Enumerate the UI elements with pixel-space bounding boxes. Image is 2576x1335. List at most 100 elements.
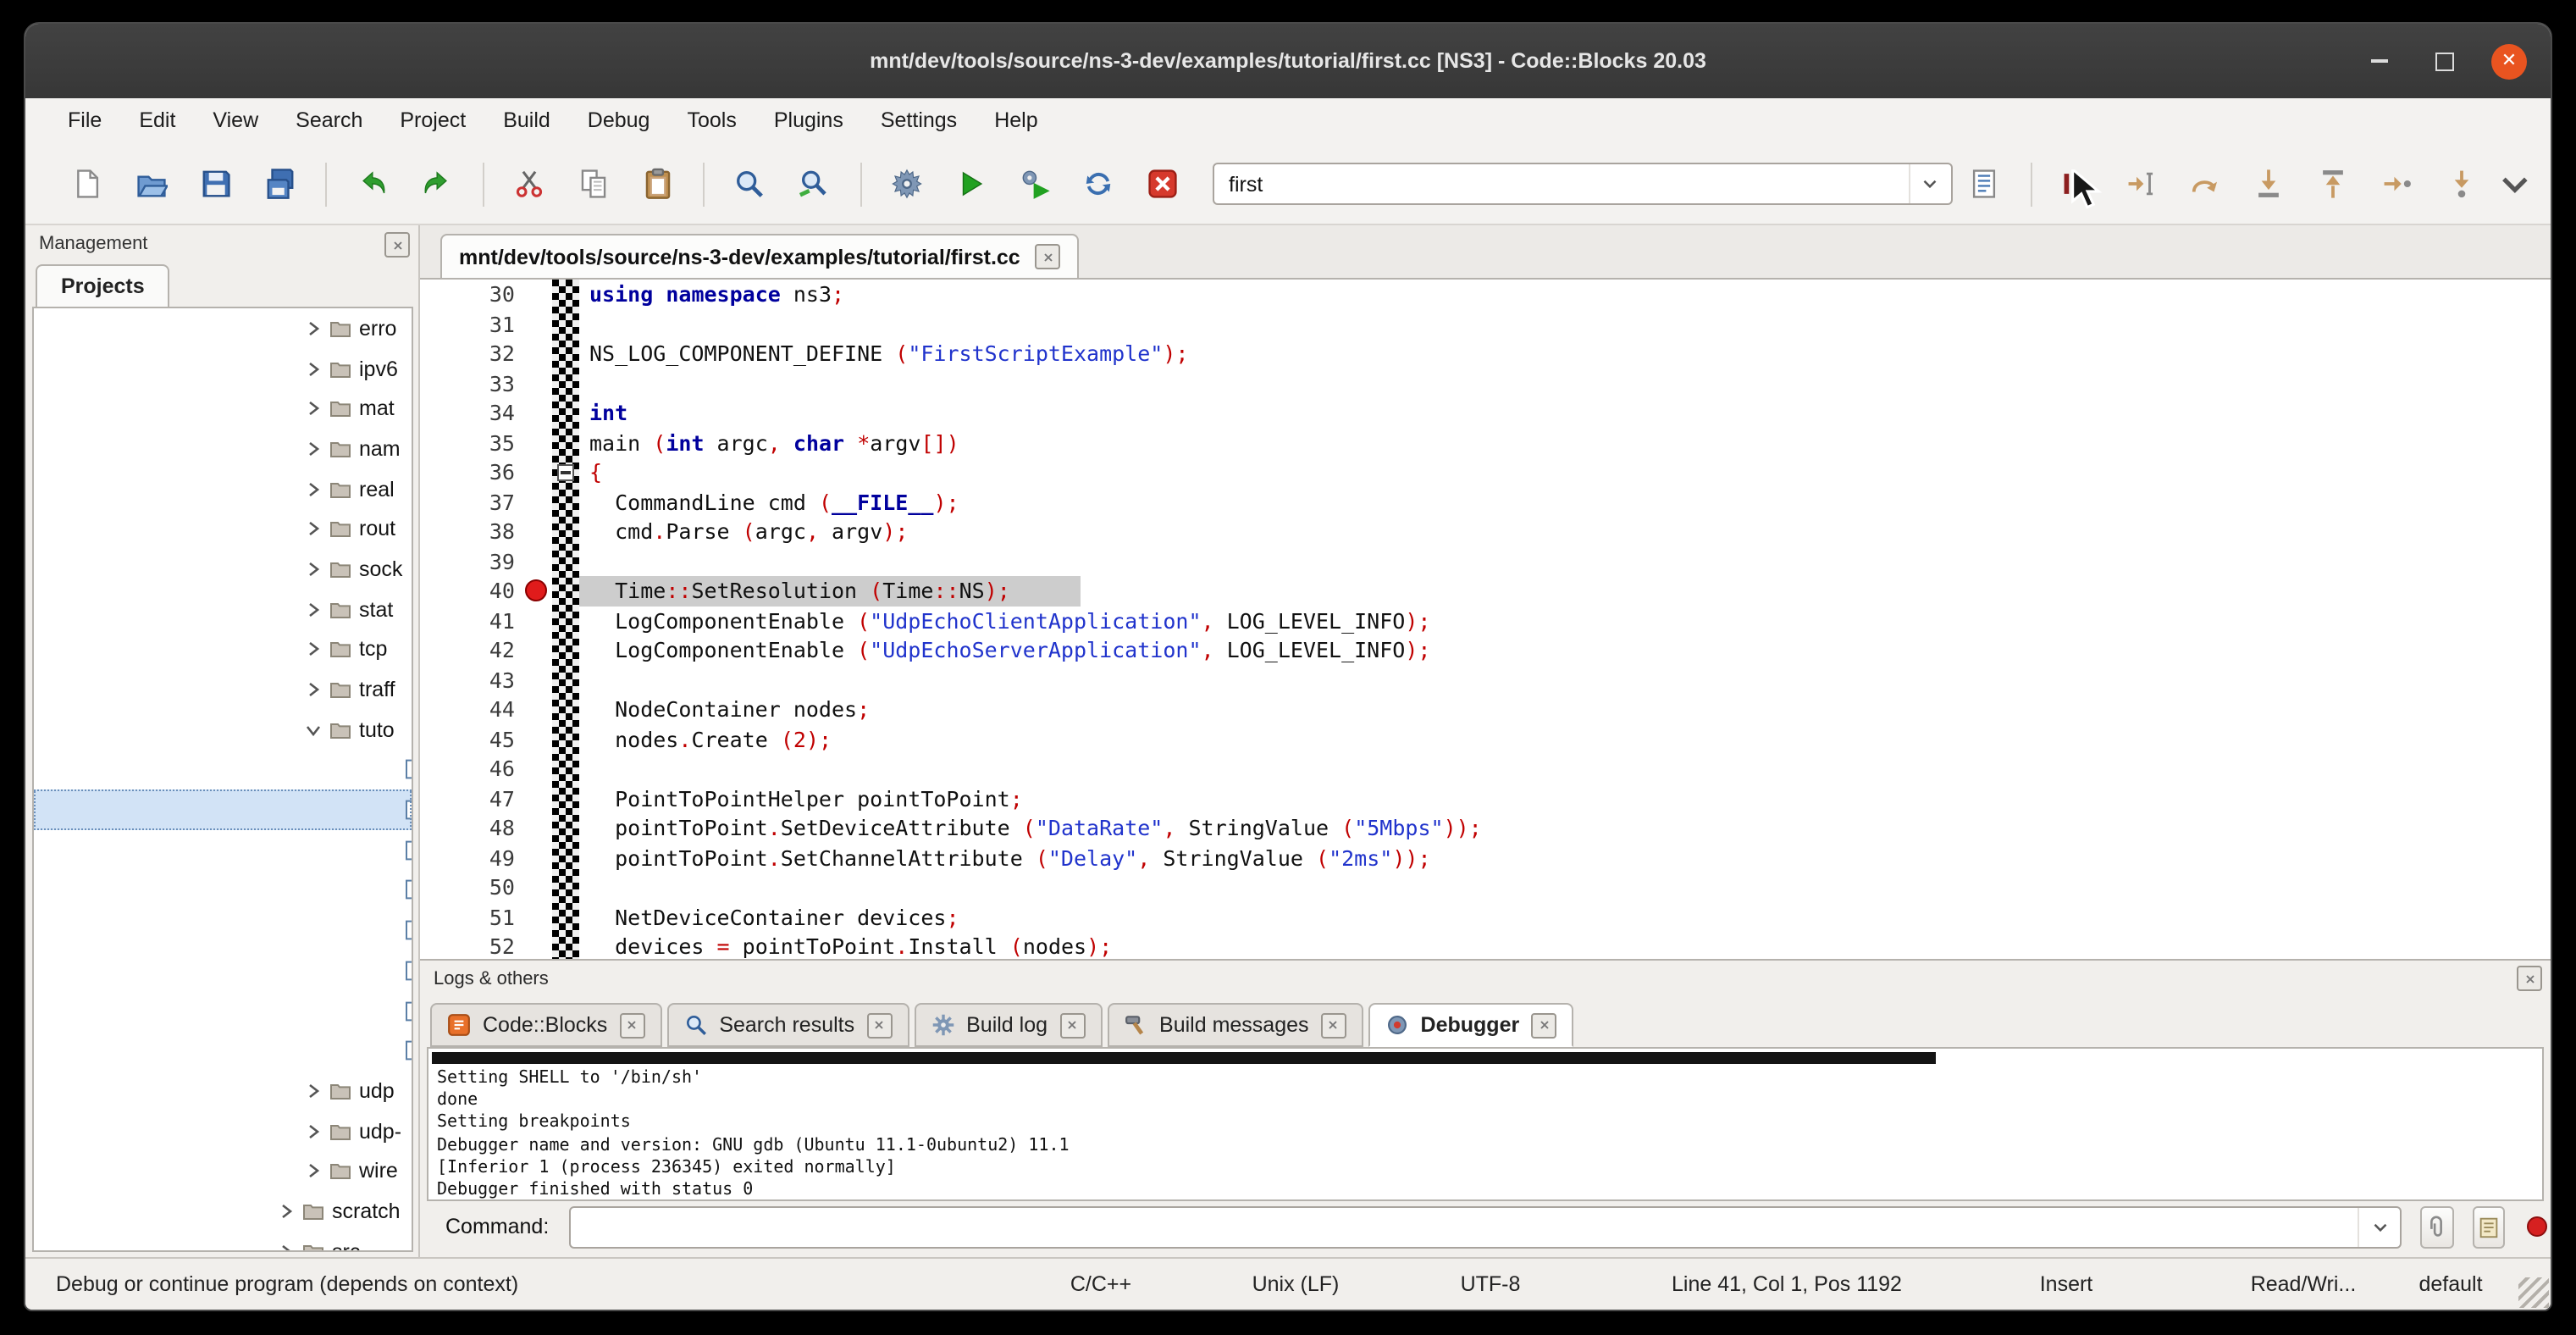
code-line-38[interactable]: 38 cmd.Parse (argc, argv); bbox=[420, 517, 2551, 546]
code-line-44[interactable]: 44 NodeContainer nodes; bbox=[420, 695, 2551, 724]
chevron-down-icon[interactable] bbox=[1909, 164, 1951, 203]
logs-tab-build-log[interactable]: Build log bbox=[914, 1003, 1102, 1047]
logs-tab-debugger[interactable]: Debugger bbox=[1368, 1003, 1574, 1047]
script-icon[interactable] bbox=[1953, 157, 2017, 211]
chevron-right-icon[interactable] bbox=[305, 360, 327, 377]
stop-record-icon[interactable] bbox=[2523, 1210, 2551, 1244]
tree-item-real[interactable]: real bbox=[34, 469, 412, 509]
chevron-right-icon[interactable] bbox=[305, 1122, 327, 1139]
tree-item-ipv6[interactable]: ipv6 bbox=[34, 348, 412, 388]
tree-item-wire[interactable]: wire bbox=[34, 1151, 412, 1191]
tree-item-erro[interactable]: erro bbox=[34, 308, 412, 348]
chevron-right-icon[interactable] bbox=[305, 480, 327, 497]
tree-item-se[interactable]: se bbox=[34, 950, 412, 990]
code-editor[interactable]: 30using namespace ns3;3132NS_LOG_COMPONE… bbox=[420, 280, 2551, 959]
menu-tools[interactable]: Tools bbox=[668, 98, 755, 144]
logs-tab-search-results[interactable]: Search results bbox=[666, 1003, 909, 1047]
copy-icon[interactable] bbox=[561, 157, 626, 211]
resize-grip-icon[interactable] bbox=[2518, 1277, 2549, 1308]
code-line-33[interactable]: 33 bbox=[420, 368, 2551, 398]
step-into-instruction-icon[interactable] bbox=[2430, 157, 2494, 211]
menu-plugins[interactable]: Plugins bbox=[755, 98, 862, 144]
tree-item-tcp[interactable]: tcp bbox=[34, 629, 412, 669]
tree-item-he[interactable]: he bbox=[34, 870, 412, 910]
tree-item-udp-[interactable]: udp- bbox=[34, 1111, 412, 1151]
selected-log-row[interactable] bbox=[432, 1052, 1936, 1064]
paperclip-icon[interactable] bbox=[2420, 1205, 2453, 1248]
step-into-icon[interactable] bbox=[2237, 157, 2302, 211]
step-out-icon[interactable] bbox=[2302, 157, 2366, 211]
maximize-icon[interactable] bbox=[2427, 44, 2461, 78]
chevron-right-icon[interactable] bbox=[305, 1083, 327, 1100]
tree-item-fif[interactable]: fif bbox=[34, 750, 412, 789]
titlebar[interactable]: mnt/dev/tools/source/ns-3-dev/examples/t… bbox=[25, 24, 2551, 100]
tab-projects[interactable]: Projects bbox=[36, 264, 170, 307]
close-icon[interactable] bbox=[2517, 966, 2542, 991]
chevron-right-icon[interactable] bbox=[278, 1203, 300, 1220]
menu-search[interactable]: Search bbox=[277, 98, 381, 144]
chevron-right-icon[interactable] bbox=[305, 681, 327, 698]
menu-file[interactable]: File bbox=[49, 98, 120, 144]
chevron-right-icon[interactable] bbox=[305, 561, 327, 578]
paste-icon[interactable] bbox=[626, 157, 690, 211]
chevron-right-icon[interactable] bbox=[305, 320, 327, 337]
next-instruction-icon[interactable] bbox=[2365, 157, 2430, 211]
menu-build[interactable]: Build bbox=[484, 98, 569, 144]
tree-item-th[interactable]: th bbox=[34, 1031, 412, 1071]
close-icon[interactable] bbox=[1321, 1012, 1346, 1038]
tree-item-sock[interactable]: sock bbox=[34, 549, 412, 589]
undo-icon[interactable] bbox=[340, 157, 405, 211]
code-line-32[interactable]: 32NS_LOG_COMPONENT_DEFINE ("FirstScriptE… bbox=[420, 339, 2551, 368]
tree-item-rout[interactable]: rout bbox=[34, 509, 412, 549]
tree-item-se[interactable]: se bbox=[34, 911, 412, 950]
chevron-right-icon[interactable] bbox=[305, 641, 327, 658]
chevron-right-icon[interactable] bbox=[305, 521, 327, 538]
cut-icon[interactable] bbox=[497, 157, 561, 211]
tree-item-mat[interactable]: mat bbox=[34, 389, 412, 429]
code-line-47[interactable]: 47 PointToPointHelper pointToPoint; bbox=[420, 784, 2551, 813]
new-file-icon[interactable] bbox=[56, 157, 120, 211]
close-icon[interactable] bbox=[866, 1012, 892, 1038]
chevron-right-icon[interactable] bbox=[305, 1163, 327, 1180]
close-icon[interactable]: ✕ bbox=[2491, 43, 2527, 79]
menu-settings[interactable]: Settings bbox=[862, 98, 976, 144]
tree-item-nam[interactable]: nam bbox=[34, 429, 412, 468]
redo-icon[interactable] bbox=[405, 157, 469, 211]
code-line-41[interactable]: 41 LogComponentEnable ("UdpEchoClientApp… bbox=[420, 606, 2551, 635]
code-line-39[interactable]: 39 bbox=[420, 546, 2551, 576]
tree-item-fo[interactable]: fo bbox=[34, 830, 412, 870]
tree-item-six[interactable]: six bbox=[34, 990, 412, 1030]
chevron-right-icon[interactable] bbox=[278, 1243, 300, 1252]
chevron-down-icon[interactable] bbox=[2358, 1207, 2400, 1246]
run-icon[interactable] bbox=[939, 157, 1003, 211]
menu-edit[interactable]: Edit bbox=[120, 98, 194, 144]
build-target-select[interactable]: first bbox=[1212, 163, 1953, 205]
code-line-48[interactable]: 48 pointToPoint.SetDeviceAttribute ("Dat… bbox=[420, 813, 2551, 843]
logs-tab-code-blocks[interactable]: Code::Blocks bbox=[430, 1003, 661, 1047]
run-to-cursor-icon[interactable] bbox=[2109, 157, 2174, 211]
code-line-37[interactable]: 37 CommandLine cmd (__FILE__); bbox=[420, 487, 2551, 517]
code-line-35[interactable]: 35main (int argc, char *argv[]) bbox=[420, 428, 2551, 457]
code-line-42[interactable]: 42 LogComponentEnable ("UdpEchoServerApp… bbox=[420, 635, 2551, 665]
breakpoint-marker[interactable] bbox=[525, 579, 547, 601]
chevron-right-icon[interactable] bbox=[305, 440, 327, 457]
logs-tab-build-messages[interactable]: Build messages bbox=[1107, 1003, 1363, 1047]
close-icon[interactable] bbox=[1059, 1012, 1085, 1038]
code-line-45[interactable]: 45 nodes.Create (2); bbox=[420, 724, 2551, 754]
code-line-51[interactable]: 51 NetDeviceContainer devices; bbox=[420, 902, 2551, 932]
code-line-40[interactable]: 40 Time::SetResolution (Time::NS); bbox=[420, 576, 2551, 606]
code-line-30[interactable]: 30using namespace ns3; bbox=[420, 280, 2551, 309]
find-icon[interactable] bbox=[718, 157, 782, 211]
rebuild-icon[interactable] bbox=[1067, 157, 1131, 211]
build-icon[interactable] bbox=[875, 157, 939, 211]
chevron-down-icon[interactable] bbox=[2493, 162, 2537, 206]
debugger-command-combo[interactable] bbox=[569, 1205, 2402, 1248]
close-icon[interactable] bbox=[384, 232, 410, 258]
next-line-icon[interactable] bbox=[2174, 157, 2238, 211]
tree-item-traff[interactable]: traff bbox=[34, 669, 412, 709]
chevron-right-icon[interactable] bbox=[305, 601, 327, 618]
code-line-52[interactable]: 52 devices = pointToPoint.Install (nodes… bbox=[420, 932, 2551, 959]
tree-item-scratch[interactable]: scratch bbox=[34, 1191, 412, 1231]
debugger-command-input[interactable] bbox=[571, 1205, 2358, 1248]
tree-item-src[interactable]: src bbox=[34, 1232, 412, 1252]
